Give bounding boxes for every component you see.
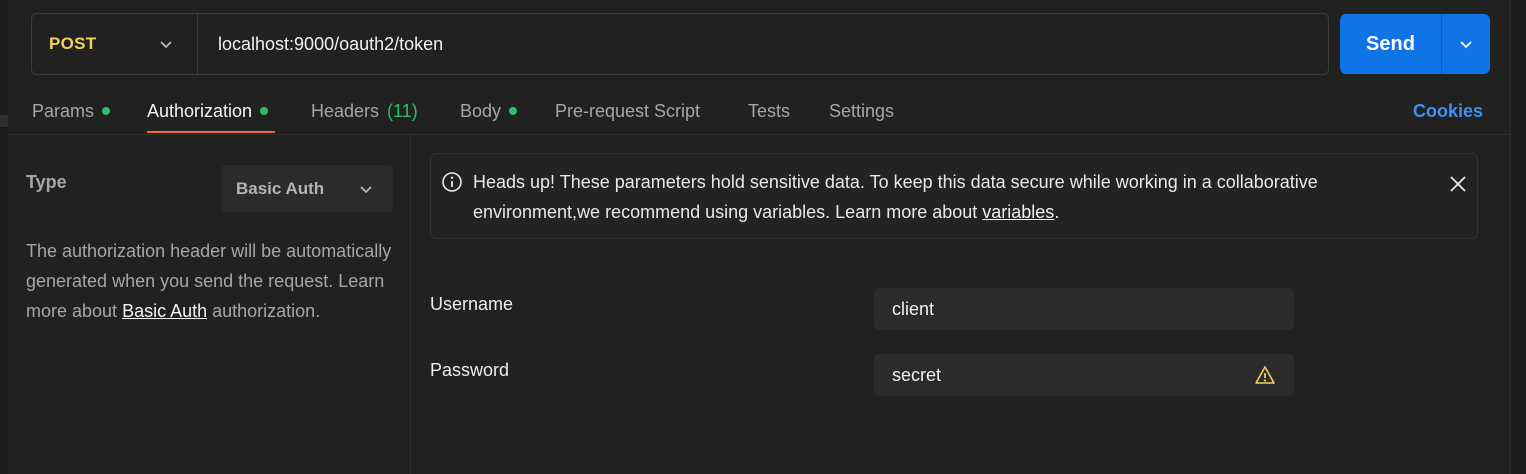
- tab-params[interactable]: Params: [32, 88, 111, 134]
- method-label: POST: [49, 34, 97, 53]
- auth-type-select[interactable]: Basic Auth: [221, 165, 393, 212]
- method-select[interactable]: POST: [32, 14, 198, 74]
- auth-description-suffix: authorization.: [207, 301, 321, 321]
- password-value: secret: [892, 364, 942, 385]
- banner-suffix: .: [1054, 202, 1060, 222]
- banner-text: Heads up! These parameters hold sensitiv…: [473, 167, 1413, 227]
- auth-description: The authorization header will be automat…: [26, 236, 396, 326]
- tab-tests-label: Tests: [748, 100, 791, 121]
- sensitive-data-banner: Heads up! These parameters hold sensitiv…: [430, 153, 1478, 239]
- tab-body-label: Body: [460, 100, 502, 121]
- active-tab-indicator: [147, 131, 275, 133]
- close-icon[interactable]: [1448, 174, 1468, 194]
- tab-headers-label: Headers: [311, 100, 380, 121]
- chevron-down-icon: [160, 41, 172, 49]
- basic-auth-link[interactable]: Basic Auth: [122, 301, 207, 321]
- send-options-button[interactable]: [1442, 14, 1490, 74]
- left-edge-panel: [0, 0, 8, 474]
- password-label: Password: [430, 360, 510, 380]
- variables-link[interactable]: variables: [982, 202, 1054, 222]
- tab-pre-request-script[interactable]: Pre-request Script: [555, 88, 700, 134]
- request-bar: POST localhost:9000/oauth2/token: [31, 13, 1329, 75]
- banner-message: Heads up! These parameters hold sensitiv…: [473, 172, 1318, 222]
- send-button[interactable]: Send: [1340, 14, 1441, 74]
- tab-authorization-label: Authorization: [147, 100, 253, 121]
- chevron-down-icon: [360, 185, 372, 193]
- tab-tests[interactable]: Tests: [748, 88, 790, 134]
- tab-authorization[interactable]: Authorization: [147, 88, 269, 134]
- status-dot: [260, 107, 269, 115]
- chevron-down-icon: [1460, 41, 1472, 49]
- auth-type-value: Basic Auth: [236, 178, 325, 198]
- request-tabs: Params Authorization Headers (11) Body P…: [0, 88, 1510, 134]
- tab-body[interactable]: Body: [460, 88, 518, 134]
- username-input[interactable]: client: [874, 288, 1294, 330]
- cookies-link[interactable]: Cookies: [1413, 88, 1483, 134]
- username-value: client: [892, 298, 935, 319]
- username-label: Username: [430, 294, 514, 314]
- tab-headers[interactable]: Headers (11): [311, 88, 418, 134]
- tab-settings[interactable]: Settings: [829, 88, 894, 134]
- info-icon: [442, 172, 462, 192]
- tab-pre-request-label: Pre-request Script: [555, 100, 701, 121]
- status-dot: [102, 107, 111, 115]
- right-edge-panel: [1510, 0, 1526, 474]
- auth-type-label: Type: [26, 172, 67, 192]
- status-dot: [509, 107, 518, 115]
- password-input[interactable]: secret: [874, 354, 1294, 396]
- warning-icon[interactable]: [1254, 364, 1276, 386]
- send-button-group: Send: [1340, 14, 1490, 74]
- tab-params-label: Params: [32, 100, 95, 121]
- tab-settings-label: Settings: [829, 100, 895, 121]
- url-input[interactable]: localhost:9000/oauth2/token: [198, 34, 1328, 55]
- headers-count-badge: (11): [387, 100, 418, 121]
